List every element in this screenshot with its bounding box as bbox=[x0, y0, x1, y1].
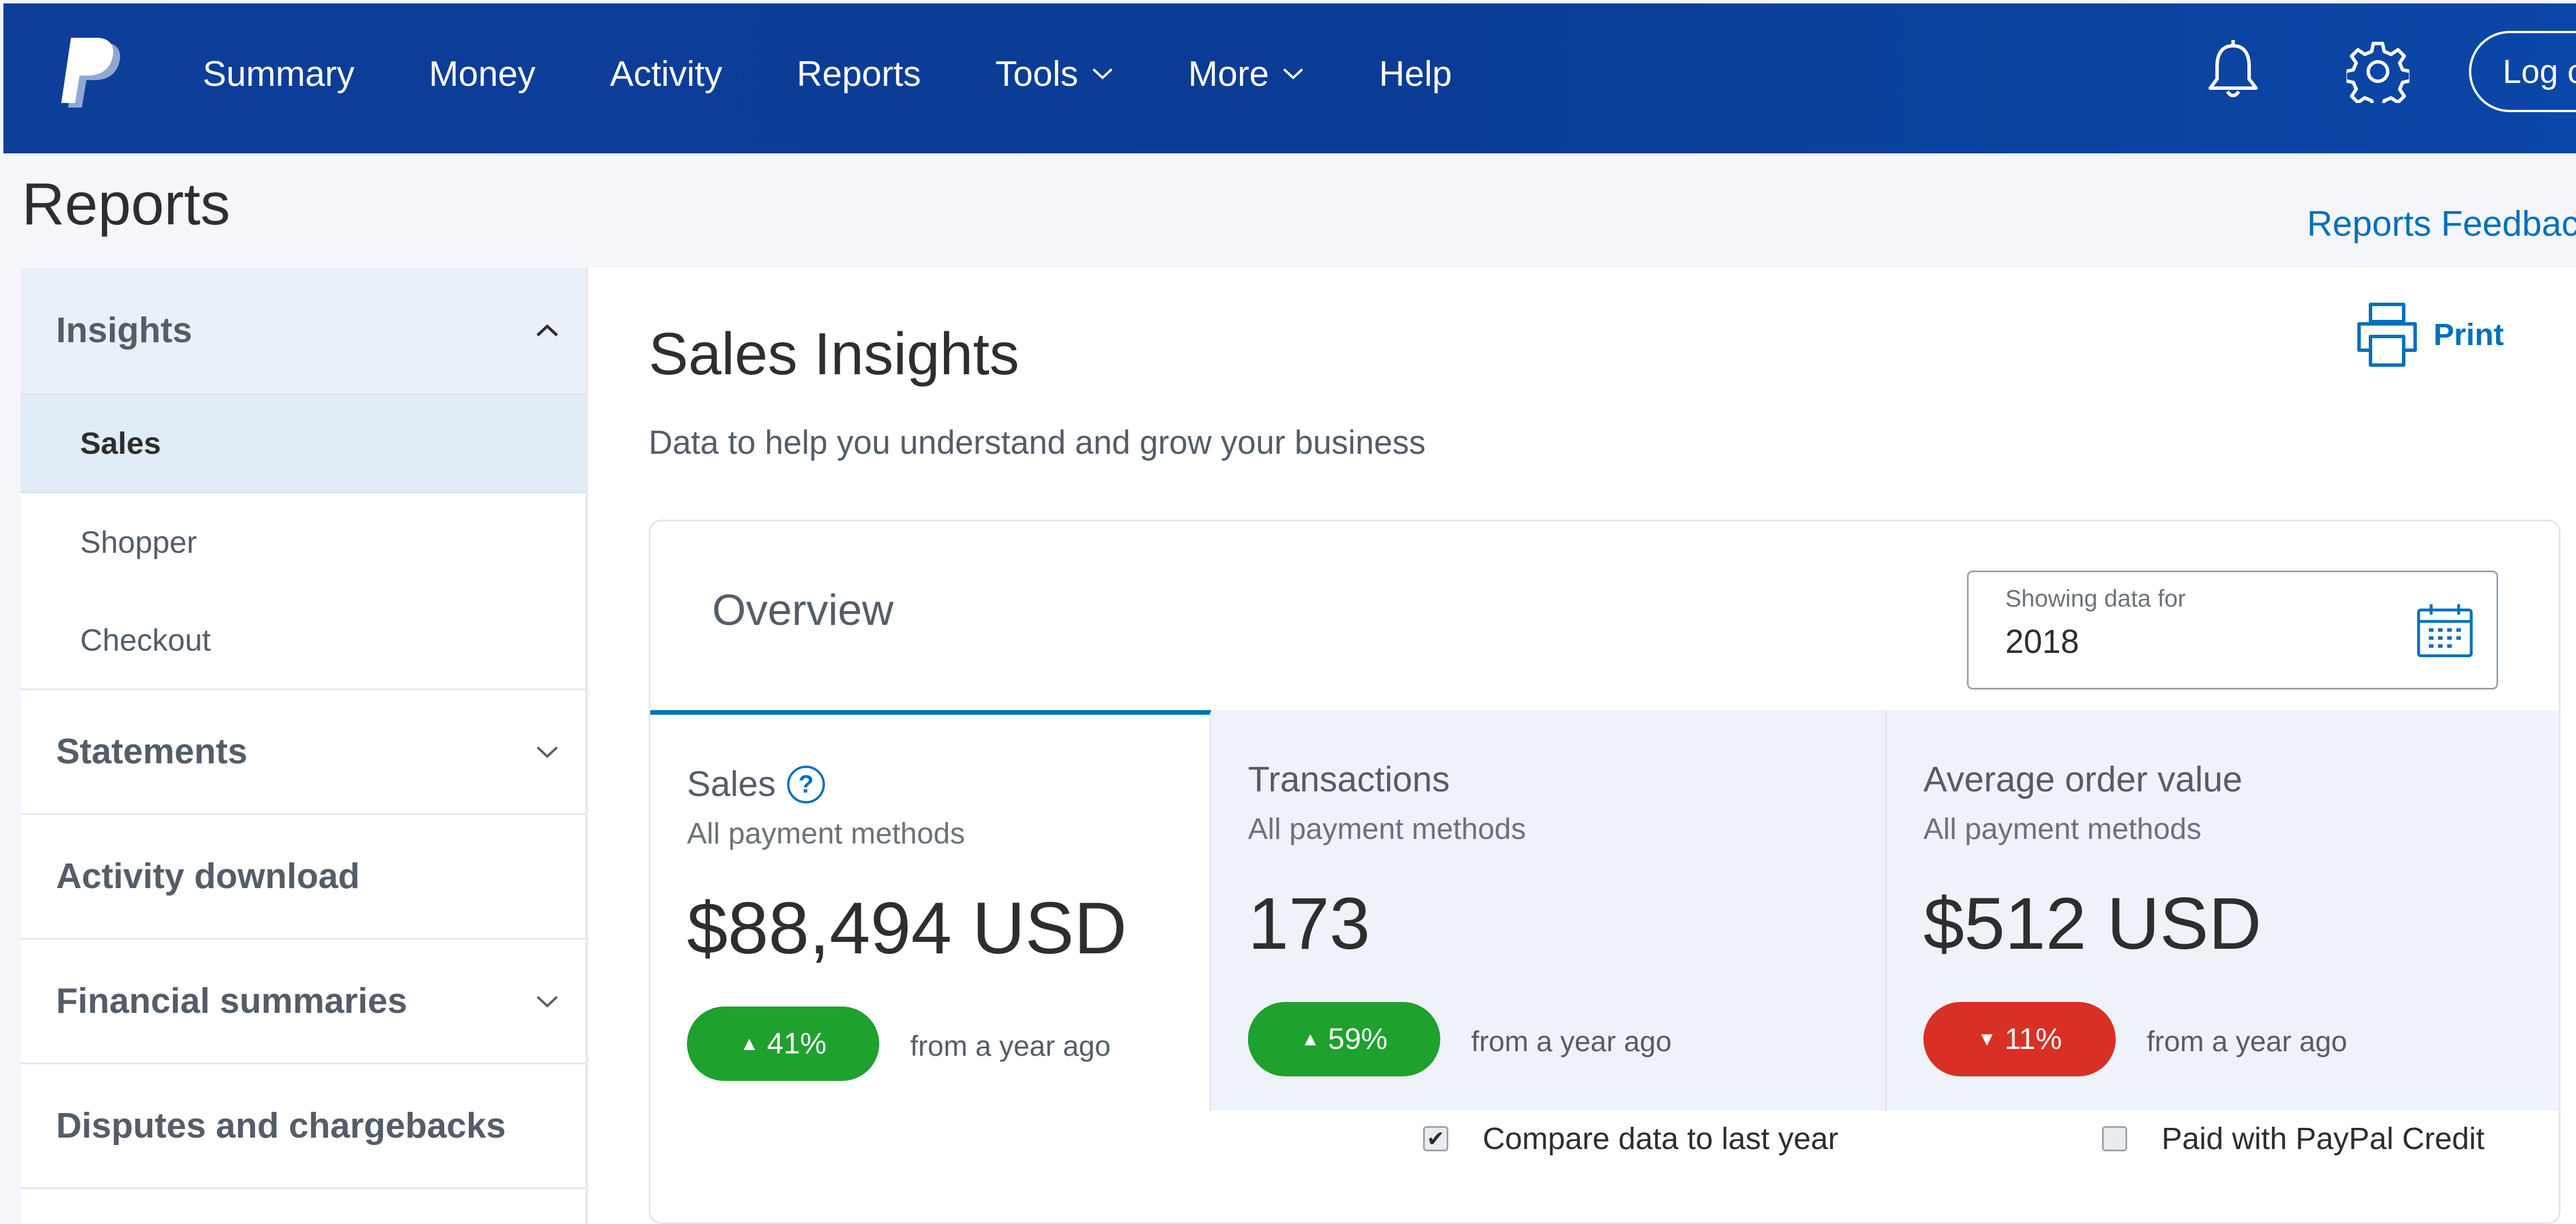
change-badge: ▲ 59% bbox=[1248, 1002, 1440, 1076]
print-label: Print bbox=[2433, 318, 2504, 352]
logout-button[interactable]: Log o bbox=[2469, 31, 2576, 112]
sidebar-section-insights[interactable]: Insights bbox=[21, 268, 586, 395]
reports-feedback-link[interactable]: Reports Feedback bbox=[2307, 204, 2576, 244]
sidebar-section-activity-download[interactable]: Activity download bbox=[21, 815, 586, 940]
printer-icon bbox=[2357, 303, 2417, 367]
sidebar-item-shopper[interactable]: Shopper bbox=[21, 493, 586, 592]
nav-money[interactable]: Money bbox=[429, 54, 535, 94]
sidebar-item-checkout[interactable]: Checkout bbox=[21, 592, 586, 690]
metric-title: Average order value bbox=[1923, 759, 2242, 800]
overview-title: Overview bbox=[712, 586, 894, 635]
metric-title: Sales ? bbox=[687, 764, 825, 805]
main-content: Sales Insights Data to help you understa… bbox=[589, 268, 2576, 1224]
sidebar-section-label: Activity download bbox=[56, 857, 360, 896]
change-badge: ▲ 41% bbox=[687, 1007, 879, 1081]
section-subtitle: Data to help you understand and grow you… bbox=[649, 424, 1426, 461]
metric-subtitle: All payment methods bbox=[1248, 813, 1526, 846]
date-picker[interactable]: Showing data for 2018 bbox=[1967, 571, 2498, 690]
nav-help[interactable]: Help bbox=[1379, 54, 1452, 94]
arrow-down-icon: ▼ bbox=[1977, 1028, 1997, 1050]
reports-sidebar: Insights Sales Shopper Checkout Statemen… bbox=[21, 268, 587, 1224]
sidebar-item-label: Checkout bbox=[80, 623, 211, 657]
main-nav: Summary Money Activity Reports Tools Mor… bbox=[203, 3, 1526, 144]
nav-activity[interactable]: Activity bbox=[610, 54, 722, 94]
print-button[interactable]: Print bbox=[2353, 301, 2504, 369]
sidebar-item-sales[interactable]: Sales bbox=[21, 395, 586, 493]
chevron-down-icon bbox=[1092, 68, 1112, 80]
sidebar-section-disputes[interactable]: Disputes and chargebacks bbox=[21, 1064, 586, 1189]
paypal-credit-label: Paid with PayPal Credit bbox=[2162, 1122, 2485, 1156]
sidebar-section-statements[interactable]: Statements bbox=[21, 690, 586, 815]
sidebar-section-label: Disputes and chargebacks bbox=[56, 1106, 506, 1146]
change-value: 11% bbox=[2004, 1023, 2062, 1056]
section-title: Sales Insights bbox=[649, 321, 1020, 387]
change-value: 41% bbox=[767, 1027, 827, 1060]
chevron-down-icon bbox=[1283, 68, 1303, 80]
page-title: Reports bbox=[22, 171, 231, 237]
chevron-up-icon bbox=[536, 324, 558, 336]
calendar-icon[interactable] bbox=[2415, 602, 2475, 659]
nav-tools[interactable]: Tools bbox=[995, 54, 1114, 94]
nav-reports-label: Reports bbox=[796, 54, 921, 94]
change-badge: ▼ 11% bbox=[1923, 1002, 2116, 1076]
nav-money-label: Money bbox=[429, 54, 536, 94]
nav-more[interactable]: More bbox=[1188, 54, 1305, 94]
sidebar-section-label: Financial summaries bbox=[56, 981, 408, 1021]
metric-subtitle: All payment methods bbox=[1923, 813, 2202, 846]
nav-reports[interactable]: Reports bbox=[797, 54, 921, 94]
change-caption: from a year ago bbox=[2147, 1025, 2348, 1057]
bell-icon[interactable] bbox=[2204, 39, 2262, 102]
paypal-credit-checkbox[interactable] bbox=[2102, 1126, 2127, 1151]
nav-more-label: More bbox=[1188, 54, 1269, 94]
nav-help-label: Help bbox=[1378, 54, 1452, 94]
metric-title-text: Average order value bbox=[1923, 760, 2243, 799]
compare-checkbox[interactable]: ✔ bbox=[1423, 1126, 1448, 1151]
compare-checkbox-row[interactable]: ✔ Compare data to last year bbox=[1423, 1121, 1838, 1156]
chevron-down-icon bbox=[536, 996, 558, 1008]
gear-icon[interactable] bbox=[2346, 40, 2409, 103]
metric-card-transactions[interactable]: Transactions All payment methods 173 ▲ 5… bbox=[1211, 710, 1887, 1111]
nav-summary-label: Summary bbox=[203, 54, 355, 94]
arrow-up-icon: ▲ bbox=[1301, 1028, 1320, 1050]
nav-summary[interactable]: Summary bbox=[203, 54, 354, 94]
paypal-credit-checkbox-row[interactable]: Paid with PayPal Credit bbox=[2102, 1121, 2484, 1156]
sidebar-item-label: Shopper bbox=[80, 525, 197, 560]
metrics-row: Sales ? All payment methods $88,494 USD … bbox=[650, 710, 2559, 1111]
compare-label: Compare data to last year bbox=[1483, 1122, 1839, 1156]
metric-value: 173 bbox=[1248, 883, 1370, 965]
chevron-down-icon bbox=[536, 746, 558, 758]
paypal-logo[interactable] bbox=[61, 38, 124, 112]
date-picker-label: Showing data for bbox=[2005, 585, 2186, 612]
nav-activity-label: Activity bbox=[610, 54, 722, 94]
sidebar-section-financial-summaries[interactable]: Financial summaries bbox=[21, 940, 586, 1064]
metric-subtitle: All payment methods bbox=[687, 817, 965, 850]
metric-value: $88,494 USD bbox=[687, 888, 1127, 969]
metric-value: $512 USD bbox=[1923, 883, 2262, 965]
arrow-up-icon: ▲ bbox=[740, 1032, 759, 1055]
change-caption: from a year ago bbox=[1471, 1025, 1672, 1057]
sidebar-section-label: Insights bbox=[56, 311, 192, 350]
metric-title: Transactions bbox=[1248, 759, 1450, 800]
sidebar-item-label: Sales bbox=[80, 426, 161, 461]
top-navigation: Summary Money Activity Reports Tools Mor… bbox=[3, 3, 2576, 153]
metric-card-average-order-value[interactable]: Average order value All payment methods … bbox=[1887, 710, 2559, 1111]
overview-card: Overview Showing data for 2018 Sales ? A… bbox=[649, 520, 2561, 1224]
help-icon[interactable]: ? bbox=[787, 765, 825, 803]
date-picker-value: 2018 bbox=[2005, 623, 2080, 660]
change-caption: from a year ago bbox=[910, 1030, 1111, 1062]
metric-card-sales[interactable]: Sales ? All payment methods $88,494 USD … bbox=[650, 710, 1211, 1111]
metric-title-text: Sales bbox=[687, 764, 776, 804]
nav-tools-label: Tools bbox=[995, 54, 1078, 94]
change-value: 59% bbox=[1327, 1023, 1388, 1056]
metric-title-text: Transactions bbox=[1248, 760, 1450, 799]
sidebar-section-label: Statements bbox=[56, 732, 248, 771]
